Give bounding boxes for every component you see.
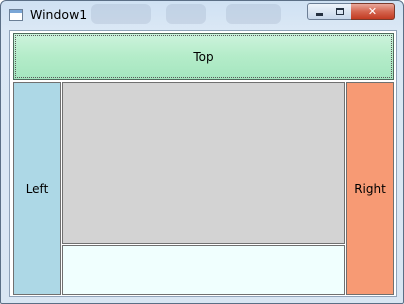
left-panel[interactable]: Left	[13, 82, 61, 295]
right-panel-label: Right	[354, 181, 386, 196]
window-title: Window1	[30, 7, 88, 22]
dock-panel-client-area: Top Left Right	[9, 30, 397, 297]
close-button[interactable]: ✕	[351, 3, 395, 20]
top-panel-label: Top	[193, 49, 214, 64]
bottom-panel[interactable]	[62, 245, 345, 295]
minimize-icon	[316, 13, 323, 16]
window-icon[interactable]	[9, 9, 23, 21]
top-panel[interactable]: Top	[13, 33, 394, 80]
glass-blur	[226, 4, 281, 24]
glass-blur	[91, 4, 151, 24]
left-panel-label: Left	[25, 181, 49, 196]
right-panel[interactable]: Right	[346, 82, 394, 295]
glass-blur	[166, 4, 206, 24]
center-panel[interactable]	[62, 82, 345, 244]
maximize-icon	[336, 8, 344, 15]
minimize-button[interactable]	[307, 3, 330, 20]
title-bar[interactable]: Window1 ✕	[1, 1, 403, 29]
app-window: Window1 ✕ Top Left Right	[0, 0, 404, 304]
maximize-button[interactable]	[329, 3, 352, 20]
close-icon: ✕	[367, 5, 378, 18]
